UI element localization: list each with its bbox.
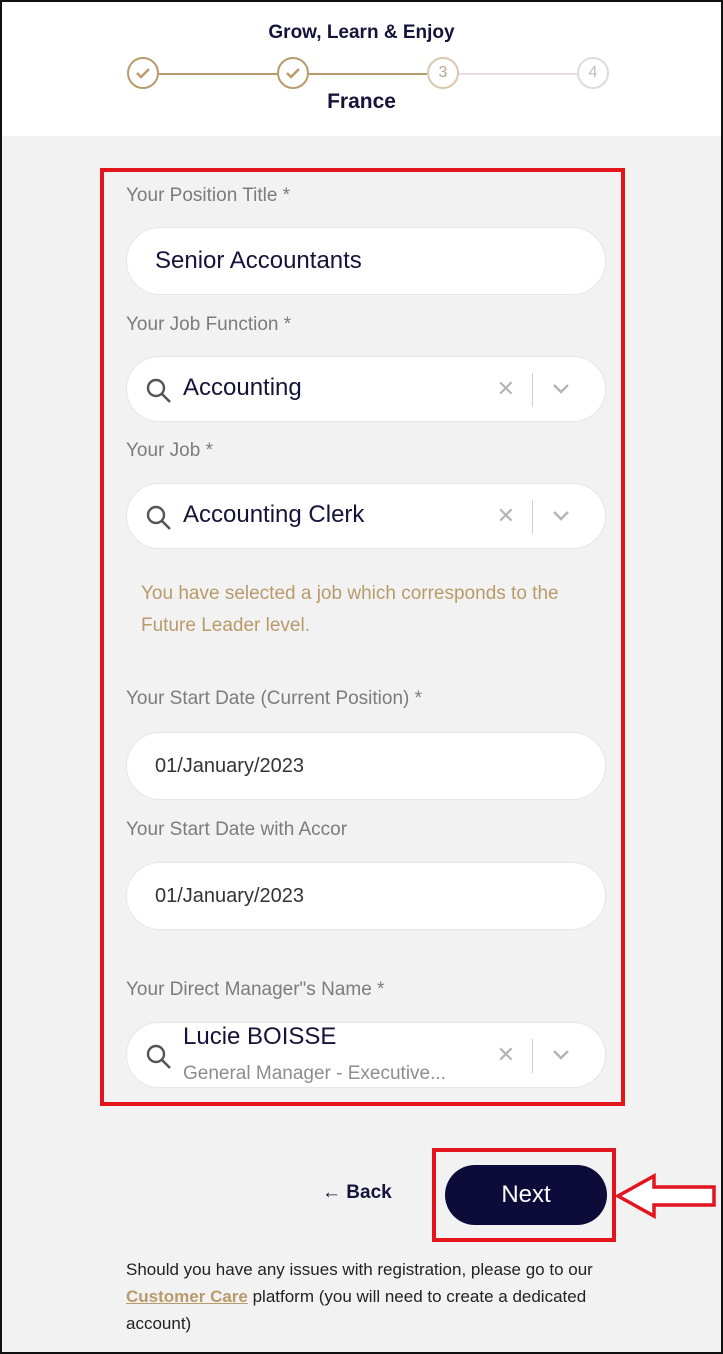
search-icon	[146, 505, 171, 530]
clear-icon[interactable]: ✕	[497, 1043, 515, 1067]
job-function-label: Your Job Function *	[126, 314, 292, 335]
checkmark-icon	[136, 68, 150, 79]
country-title: France	[327, 90, 396, 113]
progress-stepper: 3 4	[127, 57, 609, 91]
search-icon	[146, 1044, 171, 1069]
step-2-completed	[277, 57, 309, 89]
clear-icon[interactable]: ✕	[497, 504, 515, 528]
select-separator	[532, 1039, 533, 1073]
back-button[interactable]: ← Back	[322, 1182, 392, 1204]
start-date-current-input[interactable]: 01/January/2023	[126, 732, 606, 800]
step-connector-1	[159, 73, 277, 75]
select-separator	[532, 373, 533, 407]
clear-icon[interactable]: ✕	[497, 377, 515, 401]
start-date-accor-label: Your Start Date with Accor	[126, 819, 348, 840]
job-level-notice: You have selected a job which correspond…	[141, 583, 559, 636]
start-date-current-label: Your Start Date (Current Position) *	[126, 688, 423, 709]
step-3-current: 3	[427, 57, 459, 89]
chevron-down-icon[interactable]	[551, 508, 571, 524]
manager-select[interactable]: Lucie BOISSE General Manager - Executive…	[126, 1022, 606, 1088]
registration-header: Grow, Learn & Enjoy 3 4 France	[2, 2, 721, 136]
select-separator	[532, 500, 533, 534]
job-select[interactable]: Accounting Clerk ✕	[126, 483, 606, 549]
search-icon	[146, 378, 171, 403]
checkmark-icon	[286, 68, 300, 79]
step-1-completed	[127, 57, 159, 89]
start-date-accor-input[interactable]: 01/January/2023	[126, 862, 606, 930]
step-connector-2	[309, 73, 427, 75]
header-title: Grow, Learn & Enjoy	[268, 22, 455, 43]
job-function-select[interactable]: Accounting ✕	[126, 356, 606, 422]
next-button[interactable]: Next	[445, 1165, 607, 1225]
position-title-input[interactable]: Senior Accountants	[126, 227, 606, 295]
arrow-left-icon	[614, 1173, 716, 1219]
chevron-down-icon[interactable]	[551, 381, 571, 397]
chevron-down-icon[interactable]	[551, 1047, 571, 1063]
customer-care-link[interactable]: Customer Care	[126, 1287, 248, 1306]
manager-label: Your Direct Manager"s Name *	[126, 979, 385, 1000]
step-4-pending: 4	[577, 57, 609, 89]
manager-name: Lucie BOISSE	[183, 1023, 337, 1050]
step-connector-3	[459, 73, 577, 75]
registration-help-text: Should you have any issues with registra…	[126, 1256, 616, 1337]
job-value: Accounting Clerk	[183, 501, 365, 528]
help-text-start: Should you have any issues with registra…	[126, 1260, 593, 1279]
position-title-label: Your Position Title *	[126, 185, 291, 206]
job-function-value: Accounting	[183, 374, 302, 401]
manager-subtitle: General Manager - Executive...	[183, 1063, 446, 1084]
job-label: Your Job *	[126, 440, 213, 461]
